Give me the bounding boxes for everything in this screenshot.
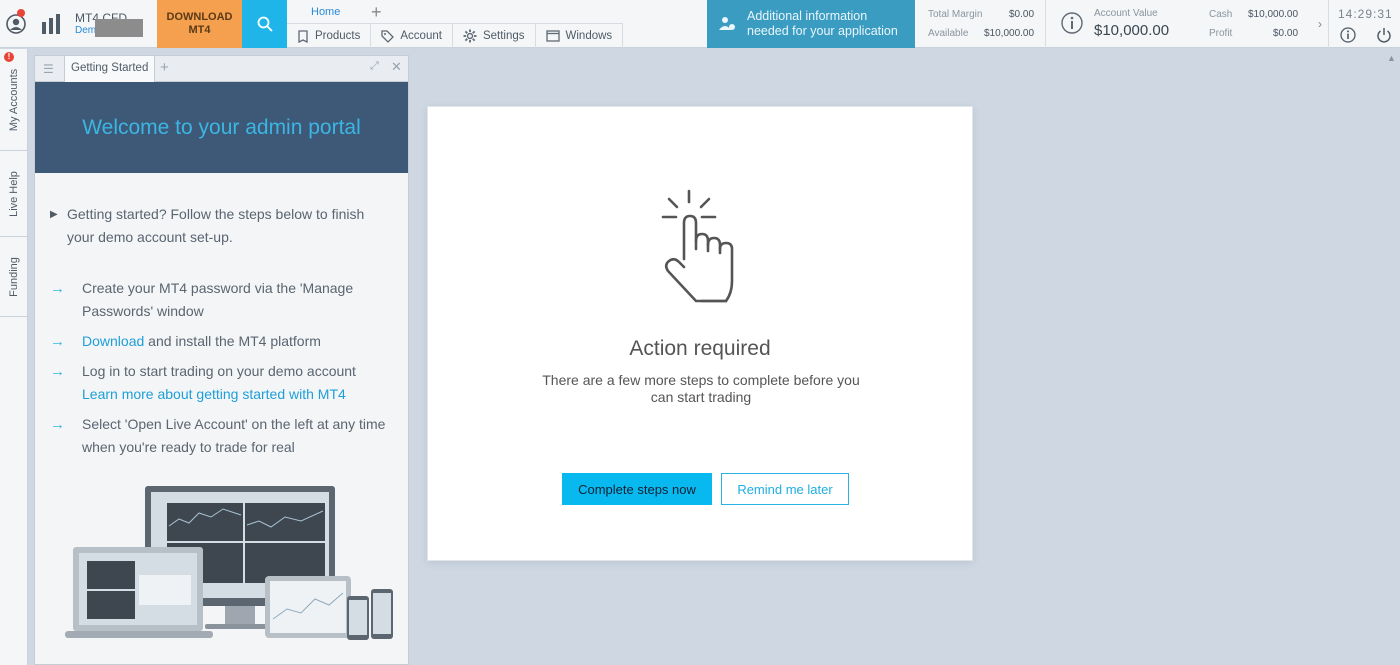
- help-info-icon[interactable]: [1340, 27, 1356, 43]
- arrow-right-icon: →: [50, 280, 65, 297]
- vertical-scrollbar[interactable]: ▲: [1382, 49, 1400, 665]
- margin-summary: Total Margin $0.00 Available $10,000.00: [915, 0, 1045, 48]
- menu-account-label: Account: [400, 30, 442, 42]
- profit-value: $0.00: [1273, 28, 1299, 39]
- power-icon[interactable]: [1376, 27, 1392, 43]
- total-margin-value: $0.00: [1009, 9, 1035, 20]
- dialog-title: Action required: [629, 337, 771, 360]
- scroll-up-icon[interactable]: ▲: [1387, 53, 1396, 63]
- menu-products[interactable]: Products: [287, 24, 372, 48]
- notification-dot: [17, 9, 25, 17]
- remind-later-button[interactable]: Remind me later: [721, 473, 849, 505]
- redacted-account-number: [95, 19, 143, 37]
- gear-icon: [463, 29, 477, 43]
- step-create-password: → Create your MT4 password via the 'Mana…: [50, 277, 390, 323]
- chevron-right-icon: ›: [1318, 17, 1322, 31]
- step-login: → Log in to start trading on your demo a…: [50, 360, 390, 406]
- products-icon: [298, 29, 308, 43]
- intro-text-content: Getting started? Follow the steps below …: [67, 206, 365, 245]
- arrow-right-icon: →: [50, 363, 65, 380]
- server-clock: 14:29:31: [1338, 7, 1393, 21]
- sidetab-my-accounts-label: My Accounts: [8, 68, 21, 131]
- available-value: $10,000.00: [984, 28, 1035, 39]
- application-notice-banner[interactable]: Additional information needed for your a…: [707, 0, 915, 48]
- side-tabs: ! My Accounts Live Help Funding: [0, 49, 28, 665]
- tab-getting-started[interactable]: Getting Started: [64, 56, 156, 82]
- tag-icon: [381, 29, 395, 43]
- step-open-live-account: → Select 'Open Live Account' on the left…: [50, 413, 390, 459]
- menu-products-label: Products: [315, 30, 361, 42]
- sidetab-live-help[interactable]: Live Help: [0, 151, 28, 237]
- triangle-right-icon: ▶: [50, 209, 58, 220]
- close-icon[interactable]: ✕: [391, 59, 402, 75]
- user-avatar[interactable]: [0, 0, 32, 48]
- learn-more-link[interactable]: Learn more about getting started with MT…: [82, 386, 346, 402]
- step4-text: Select 'Open Live Account' on the left a…: [82, 416, 386, 455]
- search-button[interactable]: [242, 0, 287, 48]
- menu-windows[interactable]: Windows: [536, 24, 624, 48]
- info-icon[interactable]: [1061, 12, 1083, 34]
- available-label: Available: [928, 28, 969, 39]
- dialog-message: There are a few more steps to complete b…: [542, 372, 860, 405]
- total-margin-label: Total Margin: [928, 9, 983, 20]
- panel-title: Welcome to your admin portal: [82, 115, 361, 139]
- search-icon: [257, 16, 273, 32]
- top-bar: MT4 CFD Demo DOWNLOAD MT4 Home + Product…: [0, 0, 1400, 48]
- add-tab-button[interactable]: +: [371, 2, 382, 23]
- user-alert-icon: [719, 17, 735, 30]
- account-selector[interactable]: MT4 CFD Demo: [32, 0, 157, 48]
- sidetab-funding[interactable]: Funding: [0, 237, 28, 317]
- download-label-line1: DOWNLOAD: [166, 11, 233, 23]
- step1-text: Create your MT4 password via the 'Manage…: [82, 280, 354, 319]
- profit-label: Profit: [1209, 28, 1233, 39]
- sidetab-my-accounts[interactable]: My Accounts: [0, 49, 28, 151]
- getting-started-panel: ☰ Getting Started + ⤢ ✕ Welcome to your …: [34, 55, 409, 665]
- bar-chart-icon: [42, 14, 60, 34]
- arrow-right-icon: →: [50, 416, 65, 433]
- menu-account[interactable]: Account: [371, 24, 453, 48]
- panel-header: Welcome to your admin portal: [35, 82, 408, 173]
- step-download: → Download and install the MT4 platform: [50, 330, 390, 353]
- platform-devices-illustration: [65, 486, 393, 640]
- intro-text: ▶ Getting started? Follow the steps belo…: [50, 203, 390, 249]
- hand-pointer-icon: [661, 189, 734, 303]
- menu-settings[interactable]: Settings: [453, 24, 536, 48]
- main-menu: Products Account Settings Windows: [287, 23, 624, 48]
- clock-area: 14:29:31: [1328, 0, 1400, 48]
- notice-line1: Additional information: [747, 9, 868, 23]
- navigation: Home + Products Account Settings Windows: [287, 0, 707, 48]
- download-label-line2: MT4: [188, 24, 211, 36]
- download-mt4-button[interactable]: DOWNLOAD MT4: [157, 0, 242, 48]
- panel-tab-bar: ☰ Getting Started + ⤢ ✕: [35, 56, 408, 82]
- notice-line2: needed for your application: [747, 24, 898, 38]
- account-value-amount: $10,000.00: [1094, 22, 1170, 39]
- complete-steps-button[interactable]: Complete steps now: [562, 473, 712, 505]
- cash-label: Cash: [1209, 9, 1233, 20]
- window-icon: [545, 30, 560, 42]
- account-value-summary: Account Value $10,000.00: [1045, 0, 1185, 48]
- cash-summary: Cash $10,000.00 Profit $0.00: [1185, 0, 1310, 48]
- expand-icon[interactable]: ⤢: [370, 60, 379, 73]
- add-panel-tab-icon[interactable]: +: [160, 59, 169, 76]
- cash-value: $10,000.00: [1248, 9, 1299, 20]
- download-link[interactable]: Download: [82, 333, 144, 349]
- menu-windows-label: Windows: [565, 30, 613, 42]
- sidetab-live-help-label: Live Help: [8, 170, 21, 217]
- tab-home[interactable]: Home: [311, 6, 340, 18]
- action-required-dialog: Action required There are a few more ste…: [427, 106, 973, 561]
- sidetab-funding-label: Funding: [8, 256, 21, 297]
- step3-text: Log in to start trading on your demo acc…: [82, 363, 356, 379]
- account-value-label: Account Value: [1094, 8, 1158, 19]
- next-summary-button[interactable]: ›: [1312, 0, 1328, 48]
- hamburger-icon[interactable]: ☰: [43, 62, 54, 76]
- menu-settings-label: Settings: [482, 30, 525, 42]
- step2-text: and install the MT4 platform: [144, 333, 321, 349]
- arrow-right-icon: →: [50, 333, 65, 350]
